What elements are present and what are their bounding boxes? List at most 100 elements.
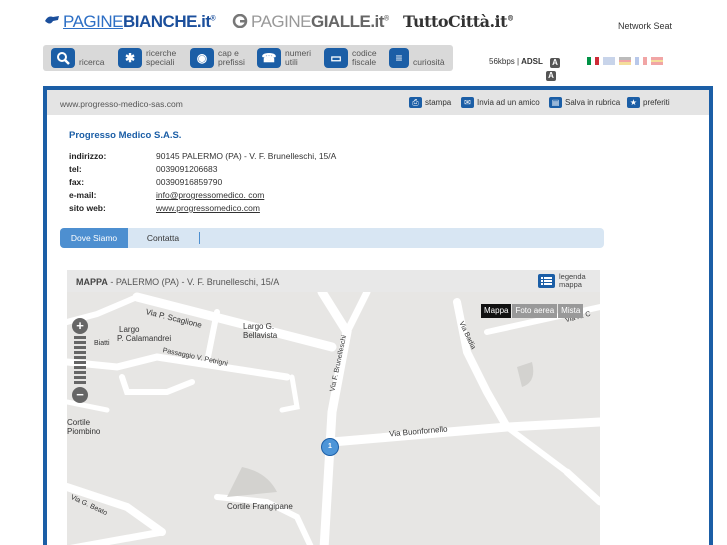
legend-label: legenda mappa xyxy=(559,272,586,289)
tuttocitta-logo[interactable]: TuttoCittà.it® xyxy=(403,12,514,31)
map-type-mista[interactable]: Mista xyxy=(558,304,584,318)
folder-icon: ▤ xyxy=(549,97,562,108)
street-label: Biatti xyxy=(94,340,110,347)
main-nav: ricerca ✱ ricerche speciali ◉ cap e pref… xyxy=(43,45,453,71)
tab-bar: Dove Siamo Contatta xyxy=(60,228,604,248)
map-title: MAPPA - PALERMO (PA) - V. F. Brunellesch… xyxy=(76,277,279,287)
zoom-in-button[interactable]: + xyxy=(72,318,88,334)
english-flag-icon[interactable] xyxy=(603,57,615,65)
info-label: e-mail: xyxy=(69,190,97,200)
street-label: Bellavista xyxy=(243,331,278,340)
url-bar: www.progresso-medico-sas.com ⎙ stampa ✉ In… xyxy=(47,90,709,115)
save-label: Salva in rubrica xyxy=(565,98,621,107)
print-button[interactable]: ⎙ stampa xyxy=(409,97,451,108)
zoom-step[interactable] xyxy=(74,376,86,379)
nav-label: numeri utili xyxy=(285,48,311,67)
map-address: - PALERMO (PA) - V. F. Brunelleschi, 15/… xyxy=(107,277,280,287)
email-link[interactable]: info@progressomedico. com xyxy=(156,190,264,200)
tab-dove-siamo[interactable]: Dove Siamo xyxy=(60,228,128,248)
business-url[interactable]: www.progresso-medico-sas.com xyxy=(60,99,183,109)
brand-main: TuttoCittà.it xyxy=(403,12,508,31)
text-size-a-small[interactable]: A xyxy=(550,58,560,68)
street-label: Largo xyxy=(119,325,140,334)
info-value: 90145 PALERMO (PA) - V. F. Brunelleschi,… xyxy=(156,151,337,161)
italian-flag-icon[interactable] xyxy=(587,57,599,65)
nav-label: curiosità xyxy=(413,57,445,67)
nav-item-numeri-utili[interactable]: ☎ numeri utili xyxy=(257,48,317,68)
paginegialle-logo[interactable]: PAGINEGIALLE.it® xyxy=(232,12,389,32)
card-icon: ▭ xyxy=(324,48,348,68)
registered-mark: ® xyxy=(210,15,216,23)
info-label: indirizzo: xyxy=(69,151,107,161)
nav-label: ricerche speciali xyxy=(146,48,177,67)
street-map[interactable]: Via P. Scaglione Largo P. Calamandrei La… xyxy=(67,292,600,545)
nav-item-ricerca[interactable]: ricerca xyxy=(51,48,105,68)
registered-mark: ® xyxy=(383,15,389,23)
g-logo-icon xyxy=(232,13,248,29)
nav-label: ricerca xyxy=(79,57,105,67)
puzzle-icon: ✱ xyxy=(118,48,142,68)
favorites-label: preferiti xyxy=(643,98,670,107)
place-label: Cortile Frangipane xyxy=(227,502,293,511)
network-seat-link[interactable]: Network Seat xyxy=(618,21,672,31)
zoom-step[interactable] xyxy=(74,346,86,349)
brand-prefix: PAGINE xyxy=(63,12,123,31)
street-label: Largo G. xyxy=(243,322,275,331)
map-type-mappa[interactable]: Mappa xyxy=(481,304,512,318)
info-value: 0039091206683 xyxy=(156,164,218,174)
zoom-step[interactable] xyxy=(74,381,86,384)
map-legend-button[interactable]: legenda mappa xyxy=(538,273,589,289)
zoom-step[interactable] xyxy=(74,341,86,344)
map-title-label: MAPPA xyxy=(76,277,108,287)
phone-icon: ☎ xyxy=(257,48,281,68)
paginebianche-logo[interactable]: PAGINEBIANCHE.it® xyxy=(44,12,216,32)
map-streets xyxy=(67,292,600,545)
zoom-control: + − xyxy=(72,318,88,403)
zoom-step[interactable] xyxy=(74,336,86,339)
favorites-button[interactable]: ★ preferiti xyxy=(627,97,670,108)
zoom-step[interactable] xyxy=(74,366,86,369)
tab-contatta[interactable]: Contatta xyxy=(128,228,198,248)
website-link[interactable]: www.progressomedico.com xyxy=(156,203,260,213)
german-flag-icon[interactable] xyxy=(619,57,631,66)
text-size-a-large[interactable]: A xyxy=(546,71,556,81)
location-marker[interactable]: 1 xyxy=(321,438,339,456)
spanish-flag-icon[interactable] xyxy=(651,57,663,66)
map-type-switcher: Mappa Foto aerea Mista xyxy=(481,304,584,318)
info-value: 0039091685979​0 xyxy=(156,177,223,187)
save-contact-button[interactable]: ▤ Salva in rubrica xyxy=(549,97,620,108)
nav-item-ricerche-speciali[interactable]: ✱ ricerche speciali xyxy=(118,48,188,68)
printer-icon: ⎙ xyxy=(409,97,422,108)
business-panel: www.progresso-medico-sas.com ⎙ stampa ✉ In… xyxy=(43,86,713,545)
zoom-step[interactable] xyxy=(74,361,86,364)
place-label: Piombino xyxy=(67,427,101,436)
nav-item-curiosita[interactable]: ≡ curiosità xyxy=(389,48,451,68)
map-header: MAPPA - PALERMO (PA) - V. F. Brunellesch… xyxy=(67,270,600,292)
zoom-out-button[interactable]: − xyxy=(72,387,88,403)
tab-divider xyxy=(199,232,200,244)
nav-label: codice fiscale xyxy=(352,48,377,67)
nav-item-cap-prefissi[interactable]: ◉ cap e prefissi xyxy=(190,48,250,68)
search-icon xyxy=(51,48,75,68)
speed-56kbps[interactable]: 56kbps xyxy=(489,57,515,66)
connection-speed: 56kbps | ADSL xyxy=(489,57,543,66)
star-icon: ★ xyxy=(627,97,640,108)
info-label: sito web: xyxy=(69,203,106,213)
globe-icon: ◉ xyxy=(190,48,214,68)
brand-prefix: PAGINE xyxy=(251,12,311,31)
speed-adsl[interactable]: ADSL xyxy=(521,57,543,66)
map-type-foto-aerea[interactable]: Foto aerea xyxy=(512,304,558,318)
send-label: Invia ad un amico xyxy=(477,98,540,107)
zoom-step[interactable] xyxy=(74,371,86,374)
nav-item-codice-fiscale[interactable]: ▭ codice fiscale xyxy=(324,48,384,68)
hand-phone-icon xyxy=(44,13,60,27)
info-label: tel: xyxy=(69,164,82,174)
zoom-step[interactable] xyxy=(74,356,86,359)
send-to-friend-button[interactable]: ✉ Invia ad un amico xyxy=(461,97,540,108)
list-icon: ≡ xyxy=(389,48,409,68)
company-name: Progresso Medico S.A.S. xyxy=(69,130,182,141)
zoom-step[interactable] xyxy=(74,351,86,354)
french-flag-icon[interactable] xyxy=(635,57,647,65)
legend-list-icon xyxy=(538,274,555,288)
brand-main: BIANCHE.it xyxy=(122,12,211,31)
